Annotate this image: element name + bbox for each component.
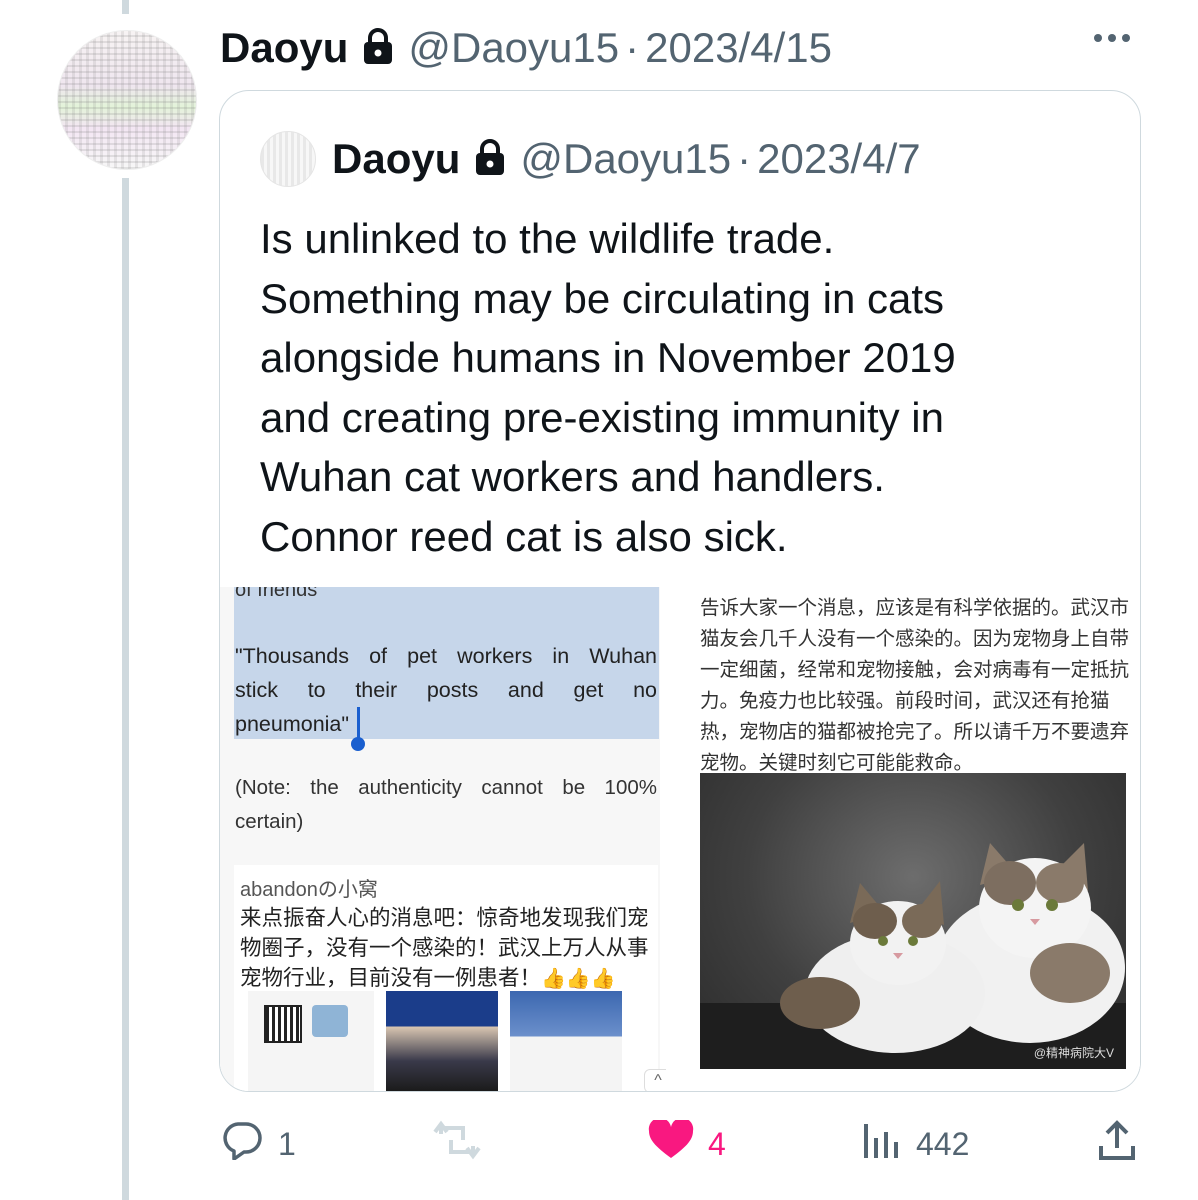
- chinese-post-text: 告诉大家一个消息，应该是有科学依据的。武汉市 猫友会几千人没有一个感染的。因为宠…: [700, 593, 1130, 779]
- reply-button[interactable]: 1: [220, 1120, 296, 1168]
- text-line: pneumonia": [235, 712, 350, 736]
- embedded-image-banner: [510, 991, 622, 1091]
- tweet-actions: 1 4 442: [0, 1117, 1198, 1170]
- more-options-icon[interactable]: [1094, 34, 1130, 42]
- reply-icon: [220, 1120, 264, 1168]
- like-count: 4: [708, 1125, 726, 1162]
- qr-code-icon: [264, 1005, 302, 1043]
- text-line: alongside humans in November 2019: [260, 334, 956, 381]
- quoted-avatar: [260, 131, 316, 187]
- selection-handle-dot: [351, 737, 365, 751]
- text-line: 一定细菌，经常和宠物接触，会对病毒有一定抵抗: [700, 659, 1130, 681]
- share-button[interactable]: [1097, 1120, 1137, 1170]
- weibo-watermark: @精神病院大V: [1033, 1046, 1114, 1060]
- quoted-tweet-header: Daoyu @Daoyu15 · 2023/4/7: [260, 131, 921, 187]
- thumbs-up-emoji: 👍👍👍: [541, 968, 616, 990]
- text-line: (Note: the authenticity cannot be 100%: [235, 776, 657, 799]
- note-text: (Note: the authenticity cannot be 100% c…: [235, 771, 657, 839]
- separator-dot: ·: [625, 24, 640, 71]
- embedded-image-qr: [248, 991, 374, 1091]
- text-line: 热，宠物店的猫都被抢完了。所以请千万不要遗弃: [700, 721, 1130, 743]
- thread-connector-top: [122, 0, 129, 14]
- text-line: 宠物行业，目前没有一例患者！👍👍👍: [240, 963, 656, 994]
- cats-photo: @精神病院大V: [700, 773, 1126, 1069]
- share-icon: [1097, 1120, 1137, 1170]
- embedded-post-card: abandonの小窝 来点振奋人心的消息吧：惊奇地发现我们宠 物圈子，没有一个感…: [234, 865, 672, 1091]
- media-image-left[interactable]: of friends "Thousands of pet workers in …: [220, 587, 672, 1091]
- retweet-button[interactable]: [433, 1120, 495, 1168]
- like-button[interactable]: 4: [648, 1117, 726, 1168]
- text-line: stick to their posts and get no: [235, 678, 657, 702]
- tweet-date[interactable]: 2023/4/15: [645, 24, 832, 72]
- retweet-icon: [433, 1120, 481, 1168]
- text-line: 力。免疫力也比较强。前段时间，武汉还有抢猫: [700, 690, 1110, 712]
- reply-count: 1: [278, 1125, 296, 1162]
- text-line: 物圈子，没有一个感染的！武汉上万人从事: [240, 936, 649, 960]
- tweet-header: Daoyu @Daoyu15 · 2023/4/15: [220, 22, 832, 74]
- embedded-image-row: ^: [248, 991, 672, 1091]
- text-line-content: 宠物行业，目前没有一例患者！: [240, 966, 542, 990]
- quoted-author-name: Daoyu: [332, 135, 461, 182]
- text-line: Connor reed cat is also sick.: [260, 512, 788, 560]
- lock-icon: [474, 138, 506, 181]
- heart-icon: [648, 1117, 694, 1168]
- embedded-image-press-conference: [386, 991, 498, 1091]
- text-line: Is unlinked to the wildlife trade.: [260, 215, 835, 262]
- selected-quote-text: "Thousands of pet workers in Wuhan stick…: [235, 639, 657, 741]
- thread-connector: [122, 178, 129, 1200]
- text-line: 猫友会几千人没有一个感染的。因为宠物身上自带: [700, 628, 1130, 650]
- author-name[interactable]: Daoyu: [220, 24, 348, 72]
- embedded-post-text: 来点振奋人心的消息吧：惊奇地发现我们宠 物圈子，没有一个感染的！武汉上万人从事 …: [240, 903, 656, 994]
- media-image-right[interactable]: 告诉大家一个消息，应该是有科学依据的。武汉市 猫友会几千人没有一个感染的。因为宠…: [666, 587, 1140, 1091]
- text-line: and creating pre-existing immunity in: [260, 393, 944, 441]
- text-line: 告诉大家一个消息，应该是有科学依据的。武汉市: [700, 597, 1130, 619]
- two-cats-illustration: [700, 843, 1126, 1069]
- lock-icon: [362, 27, 394, 70]
- text-line: certain): [235, 810, 304, 833]
- text-line: "Thousands of pet workers in Wuhan: [235, 644, 657, 668]
- text-line: 来点振奋人心的消息吧：惊奇地发现我们宠: [240, 906, 649, 930]
- separator-dot: ·: [737, 135, 752, 182]
- quoted-author-handle: @Daoyu15: [520, 135, 732, 182]
- quoted-media[interactable]: of friends "Thousands of pet workers in …: [220, 587, 1140, 1091]
- embedded-post-user: abandonの小窝: [240, 879, 378, 901]
- author-handle[interactable]: @Daoyu15: [408, 24, 619, 72]
- avatar[interactable]: [57, 30, 197, 170]
- quoted-tweet-text: Is unlinked to the wildlife trade. Somet…: [260, 209, 1100, 566]
- text-line: Wuhan cat workers and handlers.: [260, 453, 885, 500]
- view-count: 442: [916, 1125, 970, 1162]
- cat-thumbnail: [312, 1005, 348, 1037]
- views-button[interactable]: 442: [862, 1120, 969, 1168]
- analytics-icon: [862, 1120, 902, 1168]
- quoted-tweet-date: 2023/4/7: [757, 135, 921, 182]
- cut-off-text: of friends: [235, 587, 318, 601]
- quoted-tweet[interactable]: Daoyu @Daoyu15 · 2023/4/7 Is unlinked to…: [219, 90, 1141, 1092]
- text-line: Something may be circulating in cats: [260, 274, 944, 322]
